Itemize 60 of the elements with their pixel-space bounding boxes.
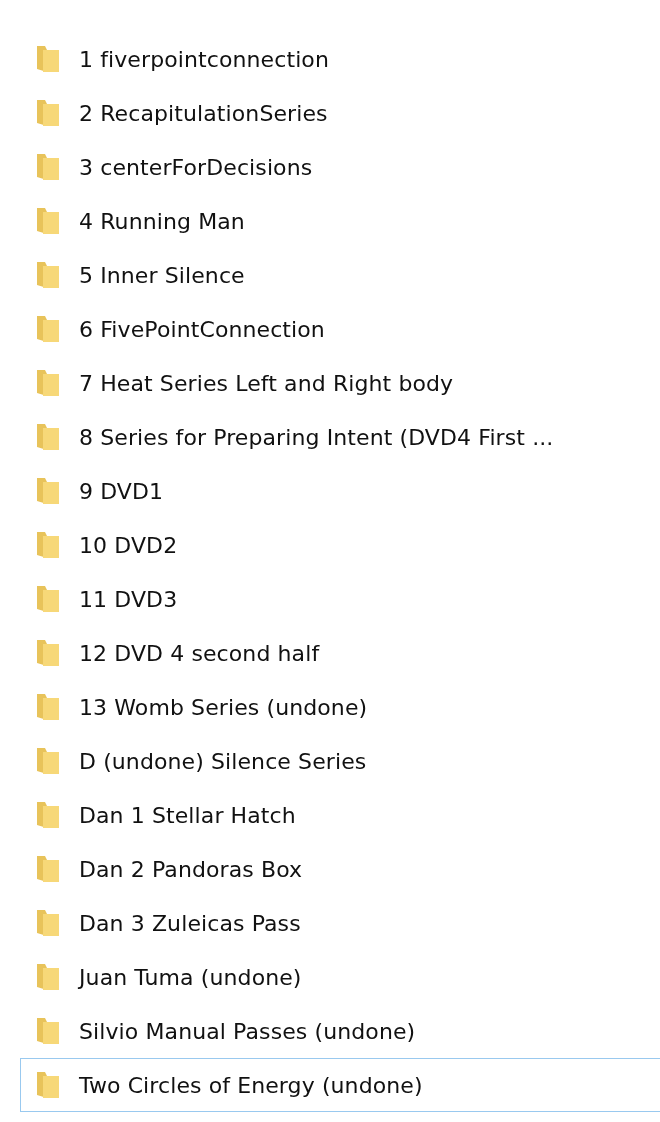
folder-item[interactable]: 8 Series for Preparing Intent (DVD4 First ...	[20, 410, 660, 464]
folder-name: 11 DVD3	[79, 586, 178, 612]
folder-icon	[35, 152, 61, 182]
folder-name: 10 DVD2	[79, 532, 178, 558]
folder-item[interactable]: D (undone) Silence Series	[20, 734, 660, 788]
folder-icon	[35, 1016, 61, 1046]
folder-icon	[35, 908, 61, 938]
folder-item[interactable]: 1 fiverpointconnection	[20, 32, 660, 86]
folder-name: Two Circles of Energy (undone)	[79, 1072, 423, 1098]
folder-item[interactable]: 9 DVD1	[20, 464, 660, 518]
folder-item[interactable]: Juan Tuma (undone)	[20, 950, 660, 1004]
folder-icon	[35, 206, 61, 236]
folder-icon	[35, 368, 61, 398]
folder-name: 13 Womb Series (undone)	[79, 694, 368, 720]
folder-name: 7 Heat Series Left and Right body	[79, 370, 454, 396]
folder-name: Dan 2 Pandoras Box	[79, 856, 303, 882]
folder-item[interactable]: 13 Womb Series (undone)	[20, 680, 660, 734]
folder-item[interactable]: 10 DVD2	[20, 518, 660, 572]
folder-icon	[35, 1070, 61, 1100]
folder-name: 4 Running Man	[79, 208, 245, 234]
folder-name: 1 fiverpointconnection	[79, 46, 329, 72]
folder-icon	[35, 962, 61, 992]
folder-icon	[35, 746, 61, 776]
folder-icon	[35, 800, 61, 830]
folder-item[interactable]: 5 Inner Silence	[20, 248, 660, 302]
folder-item[interactable]: 12 DVD 4 second half	[20, 626, 660, 680]
folder-name: 6 FivePointConnection	[79, 316, 325, 342]
folder-icon	[35, 692, 61, 722]
folder-name: Dan 3 Zuleicas Pass	[79, 910, 301, 936]
folder-name: Dan 1 Stellar Hatch	[79, 802, 296, 828]
folder-icon	[35, 422, 61, 452]
folder-name: Juan Tuma (undone)	[79, 964, 302, 990]
folder-item[interactable]: Dan 1 Stellar Hatch	[20, 788, 660, 842]
folder-icon	[35, 44, 61, 74]
folder-name: D (undone) Silence Series	[79, 748, 367, 774]
folder-icon	[35, 260, 61, 290]
folder-item[interactable]: Silvio Manual Passes (undone)	[20, 1004, 660, 1058]
folder-item[interactable]: 7 Heat Series Left and Right body	[20, 356, 660, 410]
folder-icon	[35, 476, 61, 506]
folder-icon	[35, 854, 61, 884]
folder-icon	[35, 530, 61, 560]
folder-item[interactable]: Two Circles of Energy (undone)	[20, 1058, 660, 1112]
folder-item[interactable]: Dan 3 Zuleicas Pass	[20, 896, 660, 950]
folder-icon	[35, 584, 61, 614]
folder-item[interactable]: 11 DVD3	[20, 572, 660, 626]
folder-icon	[35, 638, 61, 668]
folder-name: 8 Series for Preparing Intent (DVD4 First ...	[79, 424, 554, 450]
folder-item[interactable]: Dan 2 Pandoras Box	[20, 842, 660, 896]
folder-name: 9 DVD1	[79, 478, 164, 504]
folder-item[interactable]: 3 centerForDecisions	[20, 140, 660, 194]
folder-icon	[35, 314, 61, 344]
folder-name: 2 RecapitulationSeries	[79, 100, 328, 126]
folder-name: Silvio Manual Passes (undone)	[79, 1018, 416, 1044]
folder-icon	[35, 98, 61, 128]
folder-item[interactable]: 6 FivePointConnection	[20, 302, 660, 356]
folder-item[interactable]: 2 RecapitulationSeries	[20, 86, 660, 140]
folder-name: 12 DVD 4 second half	[79, 640, 320, 666]
folder-item[interactable]: 4 Running Man	[20, 194, 660, 248]
folder-name: 3 centerForDecisions	[79, 154, 313, 180]
folder-name: 5 Inner Silence	[79, 262, 245, 288]
